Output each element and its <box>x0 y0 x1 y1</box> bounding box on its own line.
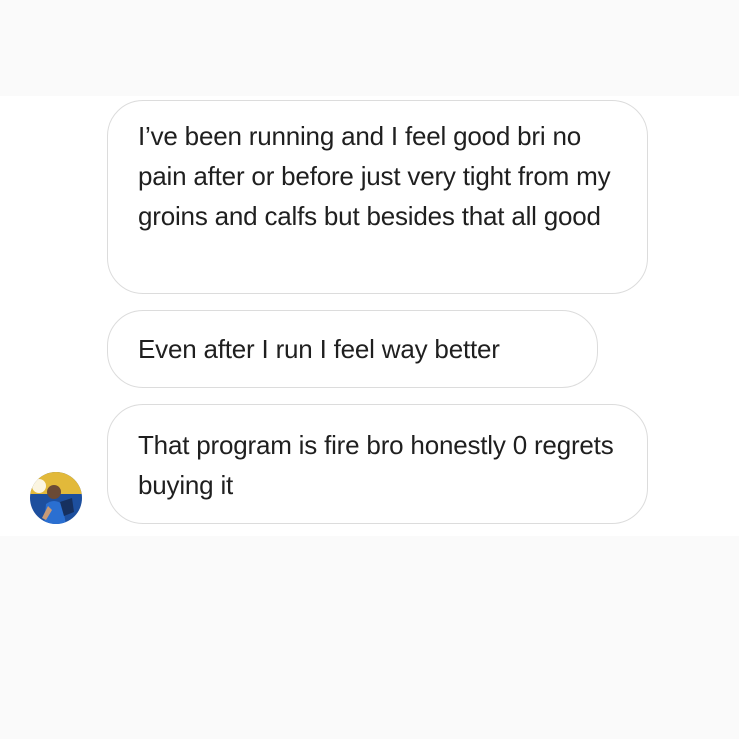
message-bubble[interactable]: That program is fire bro honestly 0 regr… <box>107 404 648 524</box>
message-text: Even after I run I feel way better <box>138 334 500 364</box>
chat-screen: I’ve been running and I feel good bri no… <box>0 0 739 739</box>
avatar[interactable] <box>30 472 82 524</box>
profile-photo-icon <box>30 472 82 524</box>
message-text: That program is fire bro honestly 0 regr… <box>138 430 614 500</box>
message-bubble[interactable]: Even after I run I feel way better <box>107 310 598 388</box>
message-text: I’ve been running and I feel good bri no… <box>138 121 611 231</box>
message-bubble[interactable]: I’ve been running and I feel good bri no… <box>107 100 648 294</box>
